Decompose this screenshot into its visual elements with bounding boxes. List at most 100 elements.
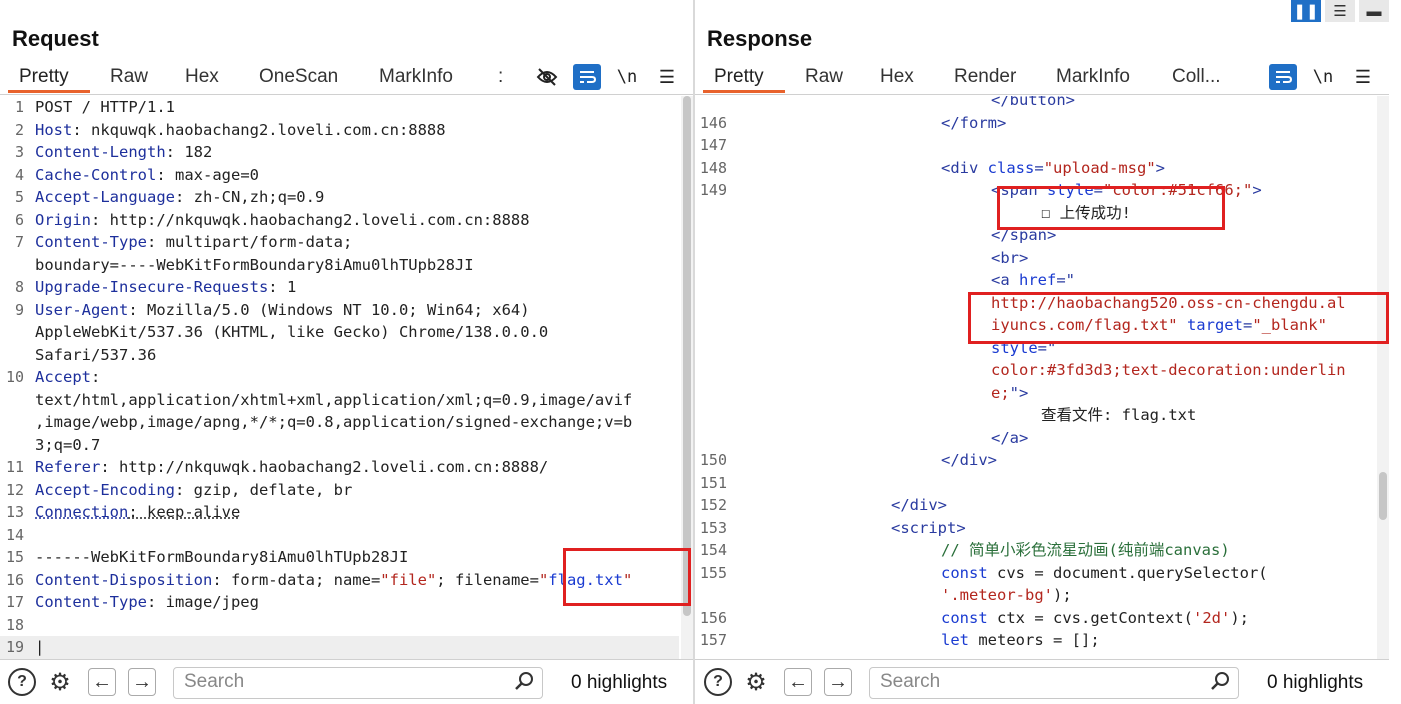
tab-markinfo[interactable]: MarkInfo [1056,66,1130,94]
tab-raw[interactable]: Raw [110,66,148,94]
newline-icon[interactable]: \n [613,64,641,90]
code-line[interactable]: </a> [695,427,1375,450]
forward-arrow-icon[interactable]: → [824,668,852,696]
back-arrow-icon[interactable]: ← [88,668,116,696]
code-text: Host: nkquwqk.haobachang2.loveli.com.cn:… [35,119,446,142]
tab-render[interactable]: Render [954,66,1016,94]
code-line[interactable]: 154 // 简单小彩色流星动画(纯前端canvas) [695,539,1375,562]
code-line[interactable]: 1 POST / HTTP/1.1 [0,96,679,119]
code-line[interactable]: <a href=" [695,269,1375,292]
help-icon[interactable]: ? [704,668,732,696]
code-token: : [91,368,101,386]
tab-onescan[interactable]: OneScan [259,66,338,94]
request-scroll-thumb[interactable] [683,96,691,616]
code-text: | [35,636,44,659]
code-token: : gzip, deflate, br [174,480,353,499]
code-line[interactable]: 12 Accept-Encoding: gzip, deflate, br [0,479,679,502]
code-token: Content-Length [35,143,166,161]
code-line[interactable]: 150 </div> [695,449,1375,472]
code-line[interactable]: 4 Cache-Control: max-age=0 [0,164,679,187]
code-text: </form> [741,112,1006,135]
request-title: Request [12,26,99,51]
menu-icon[interactable]: ☰ [653,64,681,90]
code-line[interactable]: 18 [0,614,679,637]
code-text: <div class="upload-msg"> [741,157,1165,180]
wrap-icon[interactable] [573,64,601,90]
settings-gear-icon[interactable]: ⚙ [46,668,74,696]
split-vertical-icon[interactable]: ☰ [1325,0,1355,22]
code-line[interactable]: 5 Accept-Language: zh-CN,zh;q=0.9 [0,186,679,209]
code-line[interactable]: 156 const ctx = cvs.getContext('2d'); [695,607,1375,630]
code-text: const cvs = document.querySelector( [741,562,1268,585]
code-line[interactable]: AppleWebKit/537.36 (KHTML, like Gecko) C… [0,321,679,344]
code-text: <a href=" [741,269,1075,292]
tab-hex[interactable]: Hex [185,66,219,94]
response-editor[interactable]: </button> 146 </form> 147 148 <div class="upl… [695,96,1389,660]
code-line[interactable]: 146 </form> [695,112,1375,135]
code-line[interactable]: 13 Connection: keep-alive [0,501,679,524]
code-line[interactable]: 2 Host: nkquwqk.haobachang2.loveli.com.cn… [0,119,679,142]
code-text: Content-Disposition: form-data; name="fi… [35,569,632,592]
code-line[interactable]: 151 [695,472,1375,495]
code-line[interactable]: 11 Referer: http://nkquwqk.haobachang2.lo… [0,456,679,479]
code-line[interactable]: 19 | [0,636,679,659]
code-line[interactable]: 153 <script> [695,517,1375,540]
request-search-input[interactable] [174,668,494,696]
line-number: 10 [5,368,24,386]
tab-collaborator[interactable]: Coll... [1172,66,1221,94]
code-line[interactable]: ,image/webp,image/apng,*/*;q=0.8,applica… [0,411,679,434]
code-line[interactable]: boundary=----WebKitFormBoundary8iAmu0lhT… [0,254,679,277]
code-text: let meteors = []; [741,629,1100,652]
code-line[interactable]: 155 const cvs = document.querySelector( [695,562,1375,585]
tab-raw[interactable]: Raw [805,66,843,94]
code-line[interactable]: 14 [0,524,679,547]
code-token: '.meteor-bg' [941,586,1053,604]
help-icon[interactable]: ? [8,668,36,696]
tab-more[interactable]: : [498,66,503,94]
split-horizontal-icon[interactable]: ❚❚ [1291,0,1321,22]
tab-hex[interactable]: Hex [880,66,914,94]
search-icon[interactable] [514,671,534,697]
code-line[interactable]: 148 <div class="upload-msg"> [695,157,1375,180]
code-line[interactable]: 3;q=0.7 [0,434,679,457]
code-line[interactable]: text/html,application/xhtml+xml,applicat… [0,389,679,412]
code-text: <br> [741,247,1028,270]
code-line[interactable]: '.meteor-bg'); [695,584,1375,607]
menu-icon[interactable]: ☰ [1349,64,1377,90]
search-icon[interactable] [1210,671,1230,697]
response-scrollbar[interactable] [1377,96,1389,660]
tab-markinfo[interactable]: MarkInfo [379,66,453,94]
code-line[interactable]: 157 let meteors = []; [695,629,1375,652]
code-line[interactable]: Safari/537.36 [0,344,679,367]
code-line[interactable]: 3 Content-Length: 182 [0,141,679,164]
code-line[interactable]: 8 Upgrade-Insecure-Requests: 1 [0,276,679,299]
newline-icon[interactable]: \n [1309,64,1337,90]
code-line[interactable]: 查看文件: flag.txt [695,404,1375,427]
code-line[interactable]: 7 Content-Type: multipart/form-data; [0,231,679,254]
highlight-box-flag-url [968,292,1389,344]
code-line[interactable]: 147 [695,134,1375,157]
code-line[interactable]: color:#3fd3d3;text-decoration:underlin [695,359,1375,382]
code-line[interactable]: 9 User-Agent: Mozilla/5.0 (Windows NT 10.… [0,299,679,322]
single-pane-icon[interactable]: ▬ [1359,0,1389,22]
code-token: // 简单小彩色流星动画(纯前端canvas) [941,541,1230,559]
code-line[interactable]: 6 Origin: http://nkquwqk.haobachang2.love… [0,209,679,232]
wrap-icon[interactable] [1269,64,1297,90]
back-arrow-icon[interactable]: ← [784,668,812,696]
line-number: 8 [14,278,24,296]
code-token: ctx = cvs.getContext( [987,608,1193,627]
response-search-input[interactable] [870,668,1190,696]
settings-gear-icon[interactable]: ⚙ [742,668,770,696]
code-line[interactable]: <br> [695,247,1375,270]
line-number: 11 [5,458,24,476]
response-scroll-thumb[interactable] [1379,472,1387,520]
code-line[interactable]: </button> [695,96,1375,112]
code-line[interactable]: 10 Accept: [0,366,679,389]
code-line[interactable]: e;"> [695,382,1375,405]
code-text: Safari/537.36 [35,344,156,367]
hide-icon[interactable] [533,64,561,90]
code-text: User-Agent: Mozilla/5.0 (Windows NT 10.0… [35,299,530,322]
code-token: : max-age=0 [156,165,259,184]
forward-arrow-icon[interactable]: → [128,668,156,696]
code-line[interactable]: 152 </div> [695,494,1375,517]
